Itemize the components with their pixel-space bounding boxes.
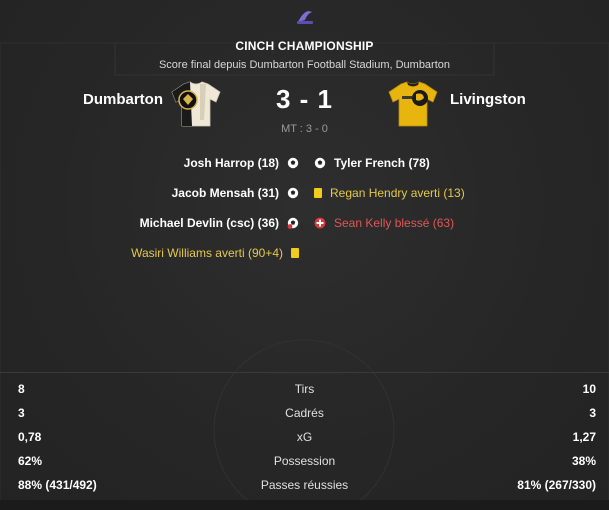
yellow-card-icon xyxy=(291,248,299,258)
home-event-text[interactable]: Michael Devlin (csc) (36) xyxy=(140,213,279,233)
home-event-text[interactable]: Josh Harrop (18) xyxy=(184,153,279,173)
stat-row-passes: 88% (431/492) Passes réussies 81% (267/3… xyxy=(0,475,609,495)
away-team-shirt[interactable] xyxy=(387,80,439,128)
home-event-row: Michael Devlin (csc) (36) xyxy=(140,213,299,233)
stat-label: Cadrés xyxy=(285,406,324,420)
injury-icon xyxy=(314,217,326,229)
home-event-row: Wasiri Williams averti (90+4) xyxy=(131,243,299,263)
own-goal-ball-icon xyxy=(287,217,299,229)
away-stat-value: 81% (267/330) xyxy=(517,478,596,492)
own-goal-player: Michael Devlin (csc) xyxy=(139,216,255,230)
away-team-name[interactable]: Livingston xyxy=(450,91,526,108)
stat-row-on-target: 3 Cadrés 3 xyxy=(0,403,609,423)
stat-row-shots: 8 Tirs 10 xyxy=(0,379,609,399)
away-event-text[interactable]: Tyler French (78) xyxy=(334,153,430,173)
away-event-row: Sean Kelly blessé (63) xyxy=(314,213,454,233)
half-time-score: MT : 3 - 0 xyxy=(281,123,328,135)
away-event-text[interactable]: Regan Hendry averti (13) xyxy=(330,183,465,203)
home-event-text[interactable]: Jacob Mensah (31) xyxy=(172,183,279,203)
away-event-text[interactable]: Sean Kelly blessé (63) xyxy=(334,213,454,233)
bottom-bar xyxy=(0,500,609,510)
competition-title: CINCH CHAMPIONSHIP xyxy=(235,39,374,53)
away-stat-value: 38% xyxy=(571,454,596,468)
yellow-card-icon xyxy=(314,188,322,198)
away-stat-value: 10 xyxy=(582,382,596,396)
stat-row-xg: 0,78 xG 1,27 xyxy=(0,427,609,447)
competition-logo xyxy=(297,11,313,24)
own-goal-minute: (36) xyxy=(257,216,279,230)
goal-ball-icon xyxy=(314,157,326,169)
goal-ball-icon xyxy=(287,187,299,199)
away-event-row: Tyler French (78) xyxy=(314,153,430,173)
stat-label: Possession xyxy=(273,454,336,468)
goal-ball-icon xyxy=(287,157,299,169)
stat-label: xG xyxy=(296,430,313,444)
away-stat-value: 1,27 xyxy=(572,430,596,444)
away-event-row: Regan Hendry averti (13) xyxy=(314,183,465,203)
stat-row-possession: 62% Possession 38% xyxy=(0,451,609,471)
stat-label: Tirs xyxy=(294,382,315,396)
home-event-text[interactable]: Wasiri Williams averti (90+4) xyxy=(131,243,283,263)
home-event-row: Jacob Mensah (31) xyxy=(172,183,299,203)
home-event-row: Josh Harrop (18) xyxy=(184,153,299,173)
stats-divider xyxy=(0,372,609,373)
away-stat-value: 3 xyxy=(589,406,596,420)
match-venue-subtitle: Score final depuis Dumbarton Football St… xyxy=(158,59,451,71)
